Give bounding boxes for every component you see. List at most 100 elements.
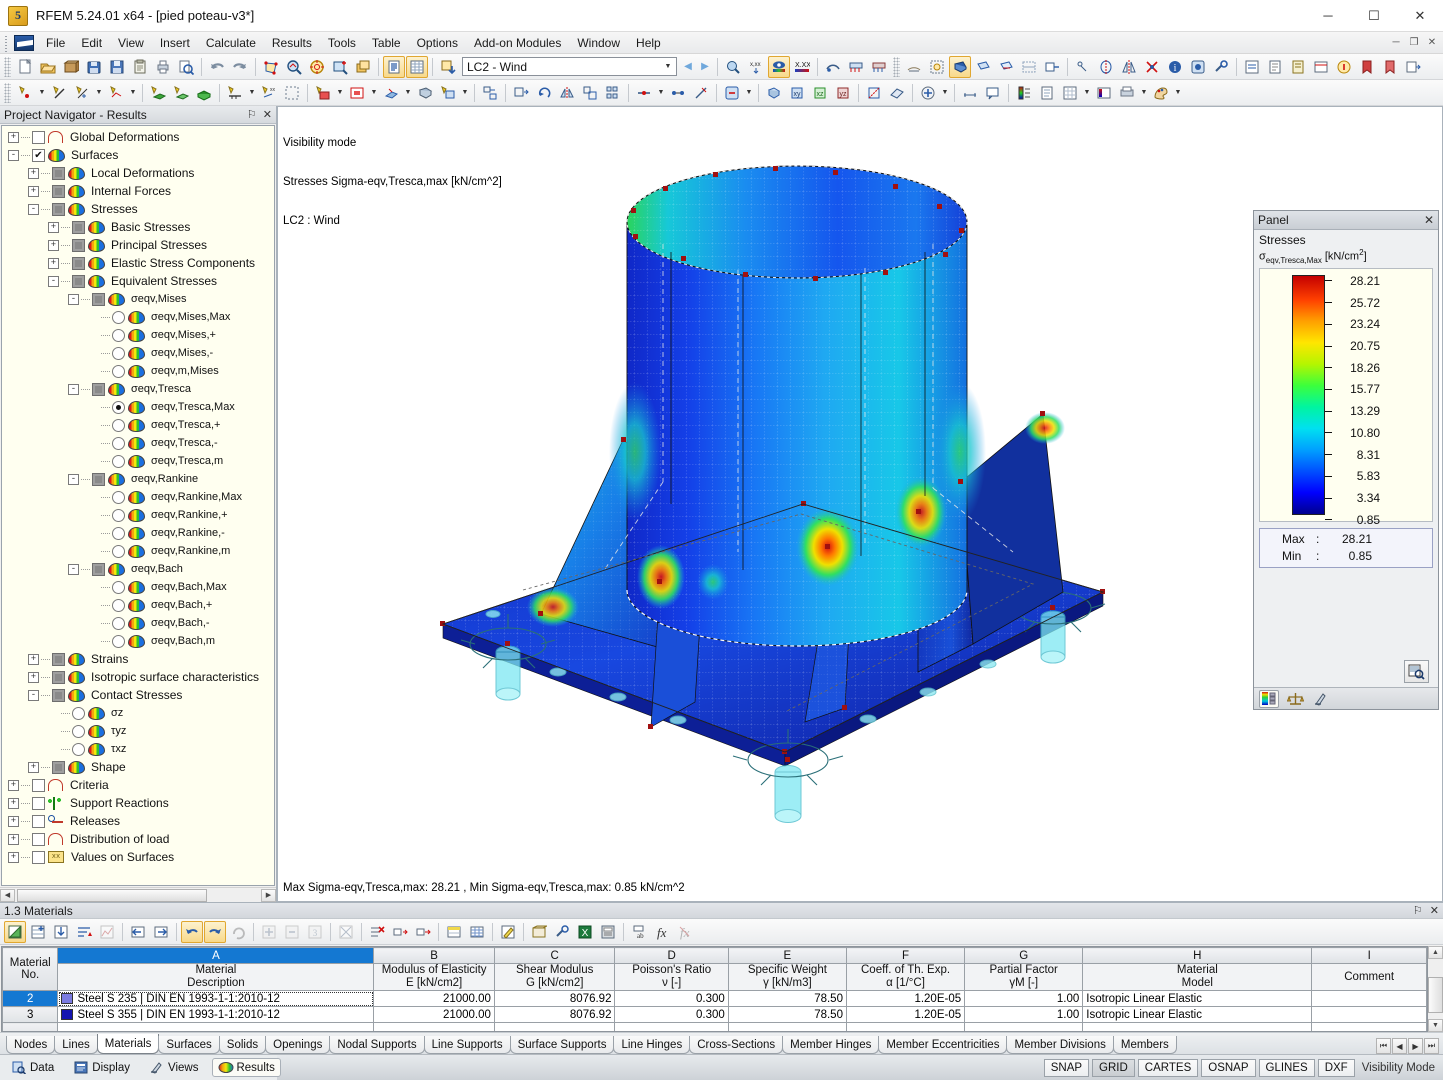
tree-item[interactable]: - σeqv,Rankine	[2, 470, 274, 488]
tree-radio[interactable]	[112, 634, 125, 648]
print-report-icon[interactable]	[1264, 56, 1286, 78]
zoom-all-icon[interactable]	[306, 56, 328, 78]
supports-display-icon[interactable]	[845, 56, 867, 78]
report-icon[interactable]	[1287, 56, 1309, 78]
table-settings-icon[interactable]	[528, 921, 550, 943]
chevron-down-icon[interactable]: ▼	[335, 82, 345, 104]
column-letter-h[interactable]: H	[1082, 947, 1313, 964]
color-legend-icon[interactable]	[1013, 82, 1035, 104]
modulus-elasticity-cell[interactable]: 21000.00	[373, 990, 495, 1007]
tree-checkbox[interactable]	[72, 256, 85, 270]
settings-icon[interactable]	[1187, 56, 1209, 78]
visibility-mode-icon[interactable]	[1041, 56, 1063, 78]
document-restore-button[interactable]: ❐	[1407, 36, 1421, 50]
tree-checkbox[interactable]	[72, 220, 85, 234]
comment-cell[interactable]	[1311, 990, 1427, 1007]
tree-radio[interactable]	[112, 328, 125, 342]
show-table-icon[interactable]	[383, 55, 405, 78]
mirror-copy-icon[interactable]	[556, 82, 578, 104]
fe-mesh-icon[interactable]	[926, 56, 948, 78]
print-settings-icon[interactable]	[1116, 82, 1138, 104]
tab-solids[interactable]: Solids	[218, 1036, 267, 1054]
tree-item[interactable]: + Distribution of load	[2, 830, 274, 848]
tree-item[interactable]: σeqv,Tresca,+	[2, 416, 274, 434]
tree-item[interactable]: - σeqv,Tresca	[2, 380, 274, 398]
insert-polyline-icon[interactable]	[105, 82, 127, 104]
tab-member-hinges[interactable]: Member Hinges	[782, 1036, 880, 1054]
tree-checkbox[interactable]	[52, 670, 65, 684]
table-insert-col-icon[interactable]	[412, 921, 434, 943]
tree-checkbox[interactable]	[32, 814, 45, 828]
tree-radio[interactable]	[112, 346, 125, 360]
tree-checkbox[interactable]	[52, 166, 65, 180]
view-xy-icon[interactable]: xy	[786, 82, 808, 104]
table-remove-icon[interactable]	[281, 921, 303, 943]
tree-item[interactable]: + Isotropic surface characteristics	[2, 668, 274, 686]
tree-checkbox[interactable]	[72, 238, 85, 252]
mirror-icon[interactable]	[1118, 56, 1140, 78]
expand-icon[interactable]: +	[28, 761, 39, 773]
save-icon[interactable]	[106, 56, 128, 78]
sidebar-item-display[interactable]: Display	[68, 1058, 136, 1077]
printout-report-icon[interactable]	[1310, 56, 1332, 78]
column-letter-i[interactable]: I	[1311, 947, 1427, 964]
status-toggle-dxf[interactable]: DXF	[1317, 1058, 1355, 1077]
tree-item[interactable]: σeqv,Tresca,-	[2, 434, 274, 452]
trim-icon[interactable]	[690, 82, 712, 104]
comment-cell[interactable]	[1311, 1006, 1427, 1023]
partial-factor-cell[interactable]: 1.00	[964, 1006, 1084, 1023]
tab-line-hinges[interactable]: Line Hinges	[613, 1036, 691, 1054]
save-project-icon[interactable]	[83, 56, 105, 78]
table-next-icon[interactable]	[150, 921, 172, 943]
export-icon[interactable]	[1402, 56, 1424, 78]
table-pencil-icon[interactable]	[497, 921, 519, 943]
expand-icon[interactable]: +	[28, 653, 39, 665]
tree-checkbox[interactable]	[32, 130, 45, 144]
pin-icon[interactable]: ⚐	[247, 108, 257, 121]
results-legend-icon[interactable]	[1093, 82, 1115, 104]
render-transparent-icon[interactable]	[1018, 56, 1040, 78]
close-icon[interactable]: ✕	[263, 108, 272, 121]
tree-item[interactable]: + Global Deformations	[2, 128, 274, 146]
scroll-up-button[interactable]: ▲	[1428, 946, 1443, 959]
insert-surface-icon[interactable]	[147, 82, 169, 104]
chevron-down-icon[interactable]: ▼	[37, 82, 47, 104]
menu-item-edit[interactable]: Edit	[73, 34, 110, 52]
tab-members[interactable]: Members	[1112, 1036, 1177, 1054]
new-cuboid-icon[interactable]	[437, 82, 459, 104]
dimension-icon[interactable]	[959, 82, 981, 104]
open-file-icon[interactable]	[37, 56, 59, 78]
maximize-button[interactable]: ☐	[1351, 0, 1397, 32]
collapse-icon[interactable]: -	[28, 203, 39, 215]
menu-item-insert[interactable]: Insert	[152, 34, 198, 52]
table-tools-icon[interactable]	[551, 921, 573, 943]
tab-nodal-supports[interactable]: Nodal Supports	[329, 1036, 425, 1054]
table-sort-icon[interactable]	[73, 921, 95, 943]
rotate-icon[interactable]	[1095, 56, 1117, 78]
tab-first-button[interactable]: ⏮	[1376, 1038, 1391, 1054]
materials-grid[interactable]: Material No. A B C D E F G H I Material …	[1, 946, 1428, 1032]
tree-item[interactable]: + Principal Stresses	[2, 236, 274, 254]
table-edit-icon[interactable]	[4, 920, 26, 943]
row-number[interactable]: 3	[2, 1006, 59, 1023]
material-model-cell[interactable]: Isotropic Linear Elastic	[1082, 1006, 1313, 1023]
table-row[interactable]: 3 Steel S 355 | DIN EN 1993-1-1:2010-12 21…	[2, 1006, 1427, 1023]
expand-icon[interactable]: +	[8, 833, 19, 845]
close-button[interactable]: ✕	[1397, 0, 1443, 32]
tree-item[interactable]: - σeqv,Bach	[2, 560, 274, 578]
table-add-icon[interactable]	[258, 921, 280, 943]
tree-radio[interactable]	[112, 400, 125, 414]
empty-cell[interactable]	[614, 1022, 729, 1031]
pin-icon[interactable]: ⚐	[1413, 904, 1423, 917]
insert-mesh-icon[interactable]	[281, 82, 303, 104]
array-icon[interactable]	[602, 82, 624, 104]
select-surface-icon[interactable]	[260, 56, 282, 78]
menu-item-file[interactable]: File	[38, 34, 73, 52]
table-row-empty[interactable]	[2, 1022, 1427, 1031]
result-values-label-icon[interactable]: X.XX	[791, 56, 813, 78]
sidebar-item-data[interactable]: Data	[6, 1058, 60, 1077]
tree-checkbox[interactable]	[32, 796, 45, 810]
column-letter-d[interactable]: D	[614, 947, 729, 964]
expand-icon[interactable]: +	[48, 239, 59, 251]
materials-table[interactable]: Material No. A B C D E F G H I Material …	[2, 947, 1427, 1031]
